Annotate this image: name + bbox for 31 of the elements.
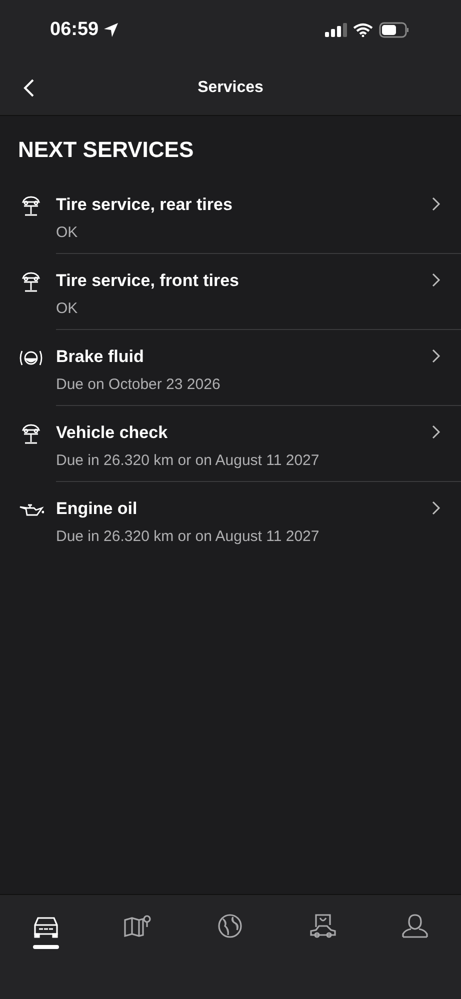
- service-status: Due on October 23 2026: [56, 374, 222, 394]
- section-title: NEXT SERVICES: [17, 136, 195, 164]
- service-status: Due in 26.320 km or on August 11 2027: [56, 450, 320, 470]
- service-status: OK: [56, 298, 79, 318]
- location-arrow-icon: [102, 22, 119, 38]
- wifi-icon: [353, 23, 373, 37]
- profile-icon: [400, 913, 430, 939]
- service-title: Brake fluid: [56, 346, 145, 368]
- signal-icon: [325, 23, 347, 37]
- service-row[interactable]: Tire service, front tires OK: [0, 254, 461, 330]
- chevron-right-icon: [431, 424, 441, 440]
- chevron-right-icon: [431, 196, 441, 212]
- chevron-right-icon: [431, 348, 441, 364]
- service-title: Engine oil: [56, 498, 138, 520]
- service-title: Tire service, front tires: [56, 270, 240, 292]
- car-shop-icon: [308, 913, 338, 939]
- chevron-right-icon: [431, 500, 441, 516]
- service-title: Vehicle check: [56, 422, 169, 444]
- back-chevron-icon: [23, 78, 35, 98]
- map-pin-icon: [123, 913, 154, 939]
- status-time: 06:59: [50, 18, 99, 42]
- chevron-right-icon: [431, 272, 441, 288]
- service-status: Due in 26.320 km or on August 11 2027: [56, 526, 320, 546]
- service-row[interactable]: Brake fluid Due on October 23 2026: [0, 330, 461, 406]
- service-row[interactable]: Tire service, rear tires OK: [0, 178, 461, 254]
- battery-icon: [379, 22, 409, 38]
- service-status: OK: [56, 222, 79, 242]
- service-title: Tire service, rear tires: [56, 194, 234, 216]
- page-title: Services: [198, 78, 264, 98]
- service-row[interactable]: Engine oil Due in 26.320 km or on August 11 2027: [0, 482, 461, 558]
- service-row[interactable]: Vehicle check Due in 26.320 km or on August 11 2027: [0, 406, 461, 482]
